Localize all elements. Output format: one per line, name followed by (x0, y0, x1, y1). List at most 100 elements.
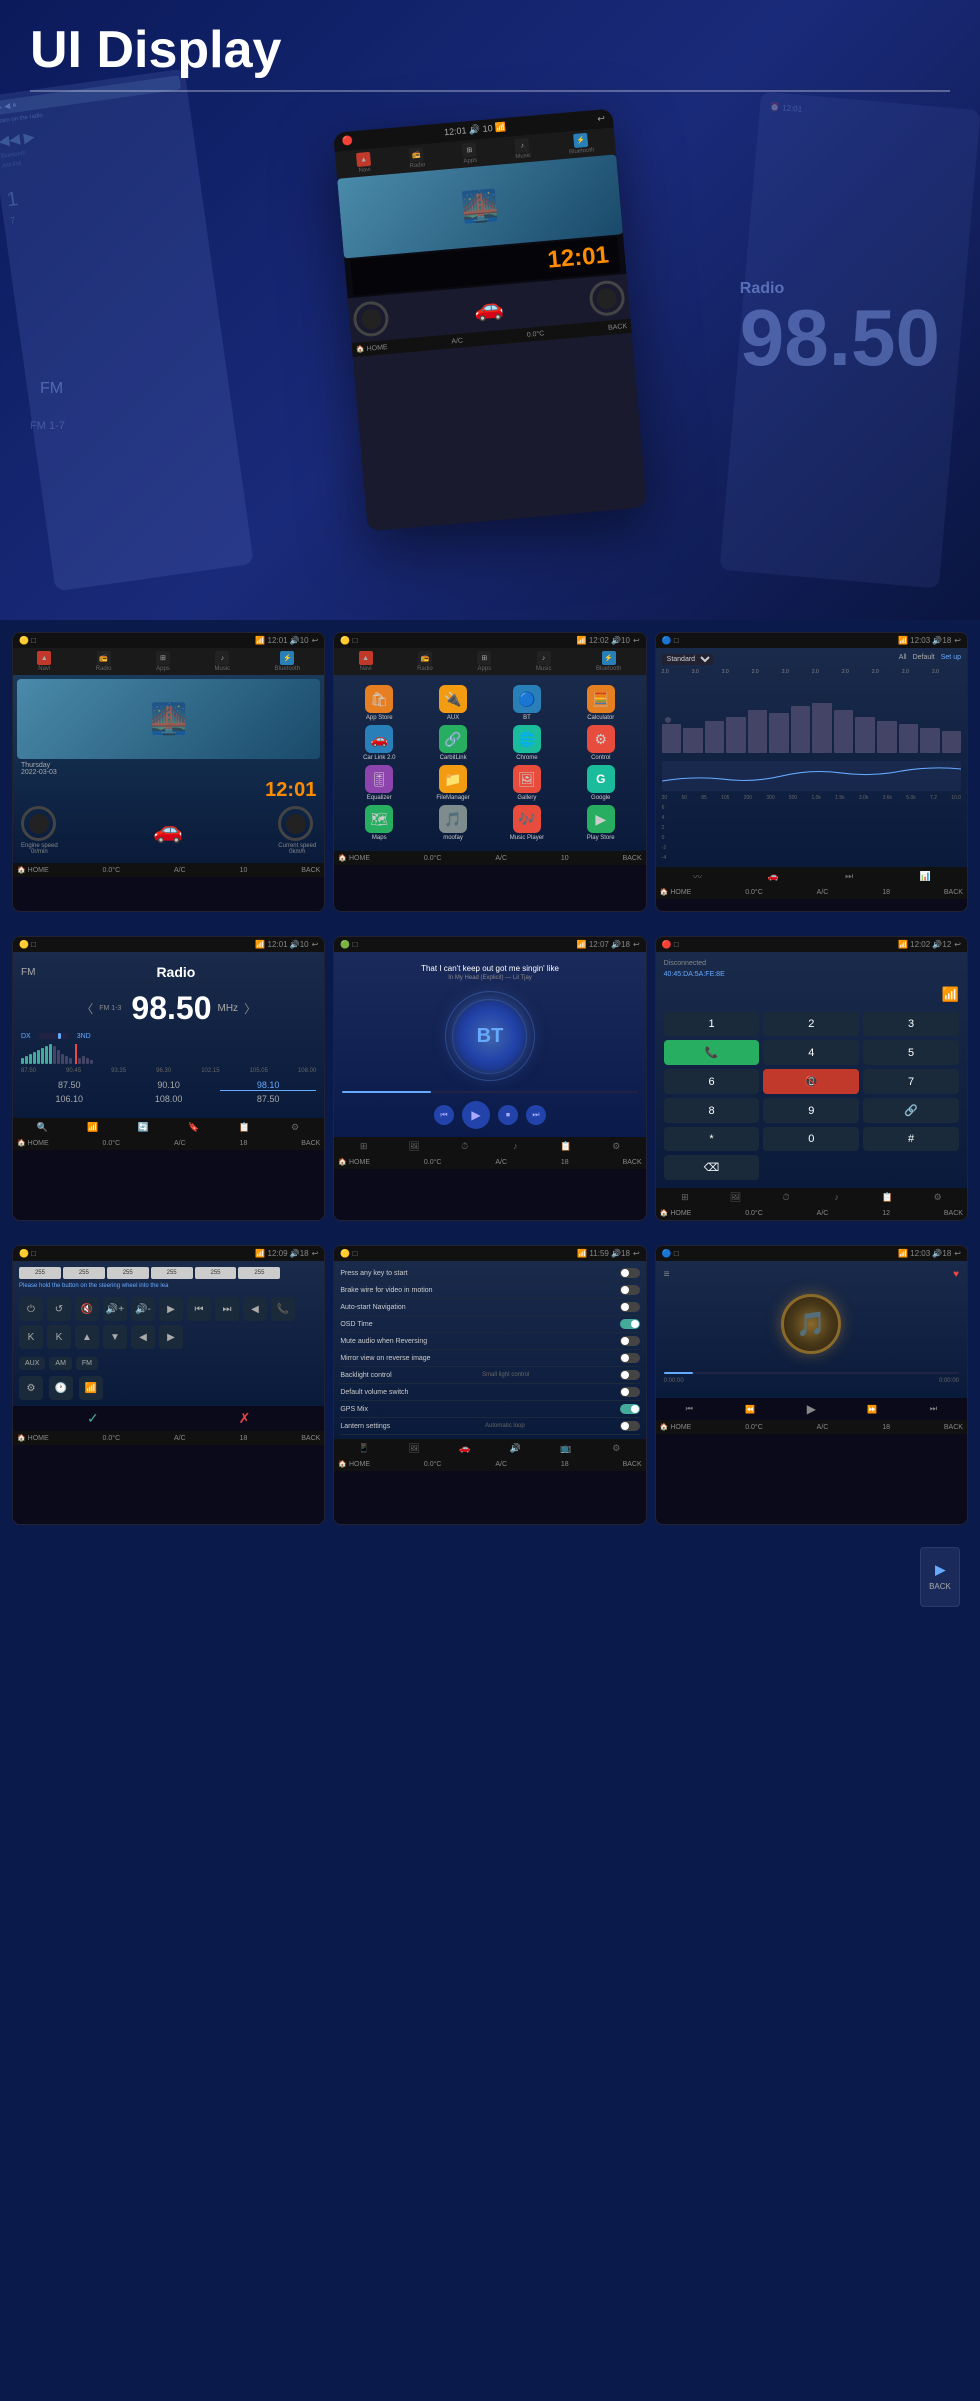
music-home-btn[interactable]: 🏠 HOME (660, 1423, 692, 1431)
app-chrome[interactable]: 🌐Chrome (492, 725, 562, 761)
eq-preset-select[interactable]: Standard (662, 654, 713, 665)
app-calculator[interactable]: 🧮Calculator (566, 685, 636, 721)
freq-90-10[interactable]: 90.10 (120, 1080, 216, 1091)
apps-nav-apps[interactable]: ⊞ Apps (477, 651, 491, 672)
app-carlink[interactable]: 🚗Car Link 2.0 (344, 725, 414, 761)
toggle-osd-time-switch[interactable] (620, 1319, 640, 1329)
key-3[interactable]: 3 (863, 1012, 959, 1036)
bt-toolbar-settings[interactable]: ⚙ (609, 1139, 623, 1153)
dx-slider[interactable] (39, 1033, 69, 1039)
eq-tab-setup[interactable]: Set up (941, 654, 961, 665)
ctrl-reset[interactable]: ↺ (47, 1297, 71, 1321)
phone-toolbar-music[interactable]: ♪ (830, 1190, 844, 1204)
color-btn-255-2[interactable]: 255 (63, 1267, 105, 1279)
radio-signal-icon[interactable]: 📶 (86, 1120, 100, 1134)
apps-nav-music[interactable]: ♪ Music (536, 651, 552, 672)
app-bt[interactable]: 🔵BT (492, 685, 562, 721)
key-backspace[interactable]: ⌫ (664, 1155, 760, 1180)
settings-ctrl-back-btn[interactable]: BACK (301, 1435, 320, 1442)
color-btn-255-6[interactable]: 255 (238, 1267, 280, 1279)
eq-toolbar-skip[interactable]: ⏭ (842, 869, 856, 883)
phone-home-btn[interactable]: 🏠 HOME (660, 1209, 692, 1217)
ctrl-play[interactable]: ▶ (159, 1297, 183, 1321)
app-google[interactable]: GGoogle (566, 765, 636, 801)
radio-list-icon[interactable]: 📋 (237, 1120, 251, 1134)
phone-toolbar-image[interactable]: 🖼 (728, 1190, 742, 1204)
radio-search-icon[interactable]: 🔍 (35, 1120, 49, 1134)
phone-toolbar-bookmark[interactable]: 📋 (880, 1190, 894, 1204)
ctrl-mute[interactable]: 🔇 (75, 1297, 99, 1321)
freq-108-00[interactable]: 108.00 (120, 1094, 216, 1104)
toggle-backlight-switch[interactable] (620, 1370, 640, 1380)
app-equalizer[interactable]: 🎚Equalizer (344, 765, 414, 801)
music-play[interactable]: ▶ (803, 1401, 819, 1417)
apps-nav-radio[interactable]: 📻 Radio (417, 651, 433, 672)
key-call[interactable]: 📞 (664, 1040, 760, 1065)
back-button-container[interactable]: ◀ BACK (920, 1547, 960, 1607)
radio-home-btn[interactable]: 🏠 HOME (17, 1139, 49, 1147)
key-8[interactable]: 8 (664, 1098, 760, 1123)
ctrl-prev-track[interactable]: ⏮ (187, 1297, 211, 1321)
eq-home-btn[interactable]: 🏠 HOME (660, 888, 692, 896)
app-aux[interactable]: 🔌AUX (418, 685, 488, 721)
music-next[interactable]: ⏭ (925, 1401, 941, 1417)
phone-toolbar-clock[interactable]: ⏱ (779, 1190, 793, 1204)
home-nav-bluetooth[interactable]: ⚡ Bluetooth (275, 651, 300, 672)
eq-tab-all[interactable]: All (899, 654, 907, 665)
app-playstore[interactable]: ▶Play Store (566, 805, 636, 841)
key-0[interactable]: 0 (763, 1127, 859, 1151)
toggle-mirror-view-switch[interactable] (620, 1353, 640, 1363)
settings-clock[interactable]: 🕐 (49, 1376, 73, 1400)
ctrl-k2[interactable]: K (47, 1325, 71, 1349)
app-maps[interactable]: 🗺Maps (344, 805, 414, 841)
app-control[interactable]: ⚙Control (566, 725, 636, 761)
bt-home-btn[interactable]: 🏠 HOME (338, 1158, 370, 1166)
key-hangup[interactable]: 📵 (763, 1069, 859, 1094)
toggle-toolbar-settings[interactable]: ⚙ (609, 1441, 623, 1455)
eq-back-btn[interactable]: BACK (944, 889, 963, 896)
toggle-toolbar-car[interactable]: 🚗 (458, 1441, 472, 1455)
key-6[interactable]: 6 (664, 1069, 760, 1094)
key-link[interactable]: 🔗 (863, 1098, 959, 1123)
key-hash[interactable]: # (863, 1127, 959, 1151)
freq-87-50-2[interactable]: 87.50 (220, 1094, 316, 1104)
key-4[interactable]: 4 (763, 1040, 859, 1065)
toggle-mute-reverse-switch[interactable] (620, 1336, 640, 1346)
bt-toolbar-grid[interactable]: ⊞ (357, 1139, 371, 1153)
home-nav-navi[interactable]: ▲ Navi (37, 651, 51, 672)
toggle-toolbar-phone[interactable]: 📱 (357, 1441, 371, 1455)
freq-left-arrow[interactable]: 〈 (81, 1000, 93, 1017)
home-back-btn[interactable]: BACK (301, 867, 320, 874)
bt-toolbar-image[interactable]: 🖼 (407, 1139, 421, 1153)
ctrl-power[interactable]: ⏻ (19, 1297, 43, 1321)
toggle-vol-switch-switch[interactable] (620, 1387, 640, 1397)
home-home-btn[interactable]: 🏠 HOME (17, 866, 49, 874)
btn-aux[interactable]: AUX (19, 1357, 45, 1370)
toggle-brake-wire-switch[interactable] (620, 1285, 640, 1295)
color-btn-255-3[interactable]: 255 (107, 1267, 149, 1279)
ctrl-down[interactable]: ▼ (103, 1325, 127, 1349)
toggle-gps-mix-switch[interactable] (620, 1404, 640, 1414)
key-1[interactable]: 1 (664, 1012, 760, 1036)
radio-loop-icon[interactable]: 🔄 (136, 1120, 150, 1134)
toggle-toolbar-image[interactable]: 🖼 (407, 1441, 421, 1455)
toggle-toolbar-screen[interactable]: 📺 (559, 1441, 573, 1455)
ctrl-k1[interactable]: K (19, 1325, 43, 1349)
apps-home-btn[interactable]: 🏠 HOME (338, 854, 370, 862)
home-nav-apps[interactable]: ⊞ Apps (156, 651, 170, 672)
ctrl-left[interactable]: ◀ (131, 1325, 155, 1349)
btn-am[interactable]: AM (49, 1357, 72, 1370)
music-back-skip[interactable]: ⏪ (742, 1401, 758, 1417)
ctrl-prev[interactable]: ◀ (243, 1297, 267, 1321)
ctrl-vol-up[interactable]: 🔊+ (103, 1297, 127, 1321)
color-btn-255-5[interactable]: 255 (195, 1267, 237, 1279)
bt-next[interactable]: ⏭ (526, 1105, 546, 1125)
toggle-home-btn[interactable]: 🏠 HOME (338, 1460, 370, 1468)
btn-fm[interactable]: FM (76, 1357, 98, 1370)
music-forward-skip[interactable]: ⏩ (864, 1401, 880, 1417)
freq-106-10[interactable]: 106.10 (21, 1094, 117, 1104)
toggle-back-btn[interactable]: BACK (623, 1461, 642, 1468)
app-musicplayer[interactable]: 🎶Music Player (492, 805, 562, 841)
ctrl-right[interactable]: ▶ (159, 1325, 183, 1349)
key-2[interactable]: 2 (763, 1012, 859, 1036)
